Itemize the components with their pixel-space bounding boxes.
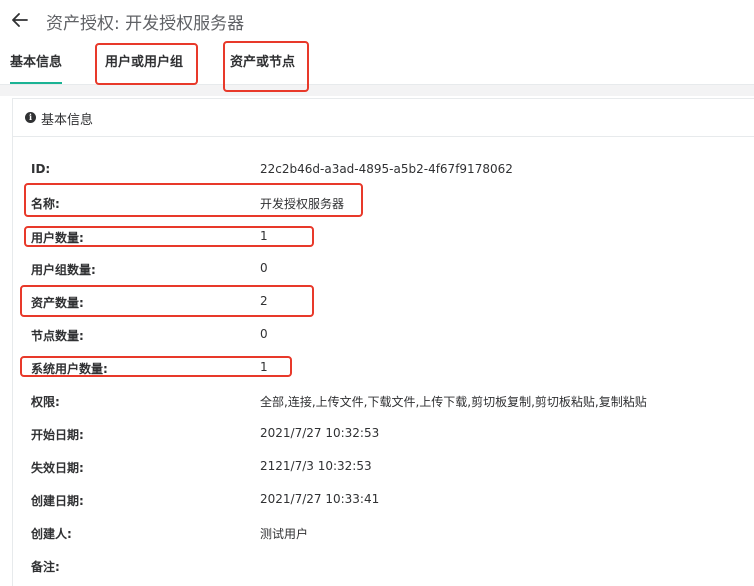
- row-value: 2021/7/27 10:33:41: [260, 492, 380, 506]
- info-circle-icon: i: [25, 112, 36, 123]
- row-value: 2021/7/27 10:32:53: [260, 426, 380, 440]
- panel-title: 基本信息: [41, 113, 94, 128]
- back-button[interactable]: [10, 10, 30, 30]
- row-value: 0: [260, 261, 268, 275]
- row-label: 权限:: [31, 395, 60, 409]
- basic-info-panel: i 基本信息 ID: 22c2b46d-a3ad-4895-a5b2-4f67f…: [12, 98, 754, 586]
- page-header: 资产授权: 开发授权服务器: [0, 0, 754, 40]
- row-label: 资产数量:: [31, 296, 84, 310]
- detail-row-permissions: 权限: 全部,连接,上传文件,下载文件,上传下载,剪切板复制,剪切板粘贴,复制粘…: [13, 393, 754, 413]
- tabs-divider: [0, 84, 754, 96]
- detail-row-system-user-count: 系统用户数量: 1: [13, 360, 754, 380]
- tab-bar: 基本信息 用户或用户组 资产或节点: [0, 44, 754, 84]
- row-value: 2121/7/3 10:32:53: [260, 459, 372, 473]
- row-value: 1: [260, 360, 268, 374]
- row-label: ID:: [31, 162, 51, 176]
- row-label: 系统用户数量:: [31, 362, 108, 376]
- detail-row-asset-count: 资产数量: 2: [13, 294, 754, 314]
- row-label: 节点数量:: [31, 329, 84, 343]
- detail-row-start-date: 开始日期: 2021/7/27 10:32:53: [13, 426, 754, 446]
- page-title: 资产授权: 开发授权服务器: [46, 14, 245, 34]
- row-label: 备注:: [31, 560, 60, 574]
- tab-assets-or-nodes[interactable]: 资产或节点: [230, 44, 295, 82]
- row-value: 测试用户: [260, 527, 309, 541]
- row-value: 2: [260, 294, 268, 308]
- row-label: 用户组数量:: [31, 263, 96, 277]
- detail-row-created-date: 创建日期: 2021/7/27 10:33:41: [13, 492, 754, 512]
- row-label: 用户数量:: [31, 231, 84, 245]
- row-value: 0: [260, 327, 268, 341]
- row-label: 创建人:: [31, 527, 72, 541]
- detail-row-name: 名称: 开发授权服务器: [13, 195, 754, 215]
- tab-users-or-groups[interactable]: 用户或用户组: [105, 44, 183, 82]
- row-label: 名称:: [31, 197, 60, 211]
- panel-header: i 基本信息: [13, 99, 754, 137]
- row-label: 失效日期:: [31, 461, 84, 475]
- detail-row-user-group-count: 用户组数量: 0: [13, 261, 754, 281]
- arrow-left-icon: [12, 13, 28, 27]
- tab-basic-info[interactable]: 基本信息: [10, 44, 63, 84]
- row-label: 开始日期:: [31, 428, 84, 442]
- detail-row-comment: 备注:: [13, 558, 754, 578]
- row-value: 开发授权服务器: [260, 197, 345, 211]
- row-label: 创建日期:: [31, 494, 84, 508]
- row-value: 1: [260, 229, 268, 243]
- row-value: 22c2b46d-a3ad-4895-a5b2-4f67f9178062: [260, 162, 513, 176]
- detail-row-expire-date: 失效日期: 2121/7/3 10:32:53: [13, 459, 754, 479]
- detail-row-created-by: 创建人: 测试用户: [13, 525, 754, 545]
- detail-row-id: ID: 22c2b46d-a3ad-4895-a5b2-4f67f9178062: [13, 162, 754, 182]
- row-value: 全部,连接,上传文件,下载文件,上传下载,剪切板复制,剪切板粘贴,复制粘贴: [260, 395, 647, 409]
- detail-row-node-count: 节点数量: 0: [13, 327, 754, 347]
- detail-row-user-count: 用户数量: 1: [13, 229, 754, 249]
